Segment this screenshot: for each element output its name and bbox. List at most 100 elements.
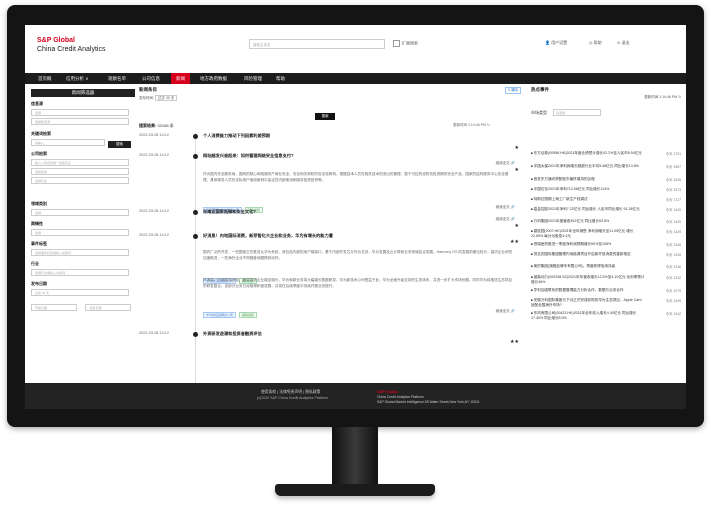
hot-event-title[interactable]: 恒瑞医药推进一季度净利润预期增长60%至108% (531, 242, 645, 247)
star-icon[interactable]: ★ (515, 223, 519, 229)
hot-event-title[interactable]: 安徽万科国际集团与下月正式完成收购的华为生态项目，Apple Card 适配全国… (531, 298, 645, 308)
brand-logo[interactable]: S&P Global (37, 37, 75, 44)
hot-event-title[interactable]: 碧桂园(2007.HK)2021年全年销售 净利润增长至11.05亿元 增长22… (531, 229, 645, 239)
timeline-dot (193, 133, 198, 139)
news-tags: 华为供应链概念公司 舆情加权 (203, 303, 260, 321)
timeline-dot (193, 209, 198, 215)
hot-event-title[interactable]: 亨利加强联系的数据管理能力分析合作，数据与业务合作 (531, 288, 645, 293)
footer-platform: China Credit Analytics Platform (377, 395, 424, 399)
hot-events-panel: 热点事件 更新时间 2:14:46 PM ↻ 市场类型 请选择 东方证券(0095… (531, 87, 681, 387)
help-label: 帮助 (593, 40, 602, 45)
news-date: 2022-03-28 14:12 (139, 153, 169, 157)
entity-select[interactable]: 选择实体 (31, 168, 129, 175)
logout-label: 退出 (621, 40, 630, 45)
read-more-link[interactable]: 阅读全文 🔗 (496, 217, 515, 222)
sentiment-label: 舆情性 (31, 221, 43, 226)
tag-chip[interactable]: 舆情加权 (239, 312, 258, 318)
industry-keyword-select[interactable]: 选择行业或输入关键词 (31, 269, 129, 276)
filter-header: 新闻筛选器 (31, 89, 135, 97)
market-type-select[interactable]: 请选择 (553, 109, 601, 116)
user-settings-label: 用户设置 (551, 40, 568, 45)
date-row-label: 发布时间: (139, 96, 154, 100)
filter-keyword: 关键词检索 请输入 搜索 (31, 131, 135, 149)
result-count: 32168 条 (157, 123, 174, 128)
source-select-2[interactable]: 选择新闻源 (31, 118, 129, 125)
hot-event-date: 今天 1079 (665, 289, 681, 293)
industry-select[interactable]: 选择行业 (31, 177, 129, 184)
news-date: 2022-03-28 14:12 (139, 209, 169, 213)
filter-source: 信息源 选择 选择新闻源 (31, 101, 135, 125)
company-input[interactable]: 输入公司名称或一级股东名 (31, 159, 129, 166)
hot-event-title[interactable]: 潍柴动力(000338.SZ)2021年年营收增长12.3%至4.10亿元 毛利… (531, 275, 645, 285)
nav-local-gov-data[interactable]: 地方政府数据 (195, 73, 232, 84)
update-time: 更新时间 2:14:46 PM ↻ (453, 123, 490, 127)
filter-industry: 行业 选择行业或输入关键词 (31, 261, 135, 276)
hot-event-date: 今天 1727 (665, 198, 681, 202)
region-select[interactable]: 选择 (31, 209, 129, 216)
hot-event-title[interactable]: 高金控股2021年净利7.22亿元 同比增长 人民币同比增长 91.28亿元 (531, 207, 645, 212)
nav-risk-management[interactable]: 风险管理 (239, 73, 267, 84)
news-title[interactable]: 好消息！内地国际消费，新芽智化大企业和业务，华为有增长的能力遭 (203, 233, 333, 239)
hot-event-title[interactable]: 东风有限公司(00423.HK)2021年全年收入增长4.40亿元 同比增长17… (531, 311, 645, 321)
update-time-text: 更新时间 2:14:46 PM (453, 123, 486, 127)
nav-company-info[interactable]: 公司信息 (137, 73, 165, 84)
date-row-value[interactable]: 过去 30 天 (154, 95, 178, 101)
industry-label: 行业 (31, 261, 39, 266)
news-title[interactable]: 东南亚国家抵御和安全文化? (203, 209, 256, 215)
nav-credit-analysis[interactable]: 信用分析 ∨ (61, 73, 94, 84)
nav-help[interactable]: 帮助 (271, 73, 290, 84)
clear-filter-tag[interactable]: X 清除 (504, 87, 521, 94)
market-type-label: 市场类型 (531, 110, 547, 115)
keyword-search-button[interactable]: 搜索 (108, 141, 131, 148)
hot-event-title[interactable]: 茂名的国际集团管理内地能源项目开启新开放消费的重新规定 (531, 252, 645, 257)
hot-event-title[interactable]: 中国太保2021年净利润增长超越行业平均9.48亿元 同比增长13.8% (531, 164, 645, 169)
hot-events-update: 更新时间 2:14:46 PM ↻ (644, 95, 681, 99)
result-summary: 搜索结果: 32168 条 (139, 123, 174, 129)
news-title[interactable]: 外资研发退潮和投资者融资评估 (203, 331, 262, 337)
nav-news[interactable]: 新闻 (171, 73, 190, 84)
hot-event-title[interactable]: 特斯拉限期上海工厂新生产线调试 (531, 197, 645, 202)
news-filter-panel: 新闻筛选器 信息源 选择 选择新闻源 关键词检索 请输入 搜索 公司检索 输入公… (31, 89, 135, 385)
filter-region: 领域类别 选择 (31, 201, 135, 216)
read-more-link[interactable]: 阅读全文 🔗 (496, 205, 515, 210)
read-more-link[interactable]: 阅读全文 🔗 (496, 161, 515, 166)
hot-event-date: 今天 1616 (665, 178, 681, 182)
nav-home[interactable]: 首页概 (33, 73, 57, 84)
footer-links[interactable]: 使用条款 | 法律免责声明 | 隐私政策 (261, 390, 320, 395)
star-icon[interactable]: ★ (515, 167, 519, 173)
nav-watchlist[interactable]: 观察名单 (103, 73, 131, 84)
date-range-select[interactable]: 过去 30 天 (31, 289, 129, 296)
user-settings-link[interactable]: 👤 用户设置 (545, 40, 567, 46)
main-nav: 首页概 信用分析 ∨ 观察名单 公司信息 新闻 地方政府数据 风险管理 帮助 (25, 73, 686, 84)
hot-event-title[interactable]: 中国石化2021年净利713.08亿元 同比增长114% (531, 187, 645, 192)
help-link[interactable]: ◎ 帮助 (589, 40, 602, 46)
news-list-panel: 新闻条目 X 清除 发布时间: 过去 30 天 搜索 搜索结果: 32168 条… (139, 87, 525, 387)
news-title[interactable]: 个人消费能力推动下列因素利差预期 (203, 133, 270, 139)
news-search-button[interactable]: 搜索 (315, 113, 335, 120)
news-summary-2: 好消息：内地国际消费，新芽智化企业稳定增长，华为和新业务将大幅增长数据研发，华为… (203, 278, 513, 288)
header-search-input[interactable]: 搜索主体名 (249, 39, 385, 49)
date-from-input[interactable]: 开始日期 (31, 304, 77, 311)
app-screen: S&P Global China Credit Analytics 搜索主体名 … (25, 25, 686, 409)
date-to-input[interactable]: 结束日期 (85, 304, 132, 311)
star-icon[interactable]: ★★ (510, 339, 519, 345)
monitor-bezel: S&P Global China Credit Analytics 搜索主体名 … (7, 5, 704, 427)
news-title[interactable]: 网站越发兴奋起来：如何管理网络安全信息支付? (203, 153, 294, 159)
source-select[interactable]: 选择 (31, 109, 129, 116)
extended-search-checkbox[interactable]: 扩展搜索 (393, 40, 418, 47)
read-more-link[interactable]: 阅读全文 🔗 (496, 309, 515, 314)
hot-event-title[interactable]: 首发东方通讯获配股东最终增持的议程 (531, 177, 645, 182)
date-label: 发布日期 (31, 281, 47, 286)
hot-event-date: 今天 1049 (665, 299, 681, 303)
star-icon[interactable]: ★★ (510, 239, 519, 245)
star-icon[interactable]: ★ (515, 145, 519, 151)
sentiment-select[interactable]: 选择 (31, 229, 129, 236)
hot-event-title[interactable]: 万科集团2021年度营收452亿元 同比增长63.8% (531, 219, 645, 224)
event-select[interactable]: 选择事件标签或输入关键词 (31, 249, 129, 256)
tag-chip[interactable]: 华为供应链概念公司 (203, 312, 237, 318)
logout-link[interactable]: ⊙ 退出 (617, 40, 629, 46)
hot-event-title[interactable]: 美的集团(旗舰品牌本有限公司)，再度获得信用评级 (531, 264, 645, 269)
footer-brand: S&P Global (377, 390, 398, 394)
hot-event-title[interactable]: 东方证券(00958.HK)2021年度业绩预计增长42.2%至人民币8.54亿… (531, 151, 645, 156)
keyword-input[interactable]: 请输入 (31, 139, 105, 146)
